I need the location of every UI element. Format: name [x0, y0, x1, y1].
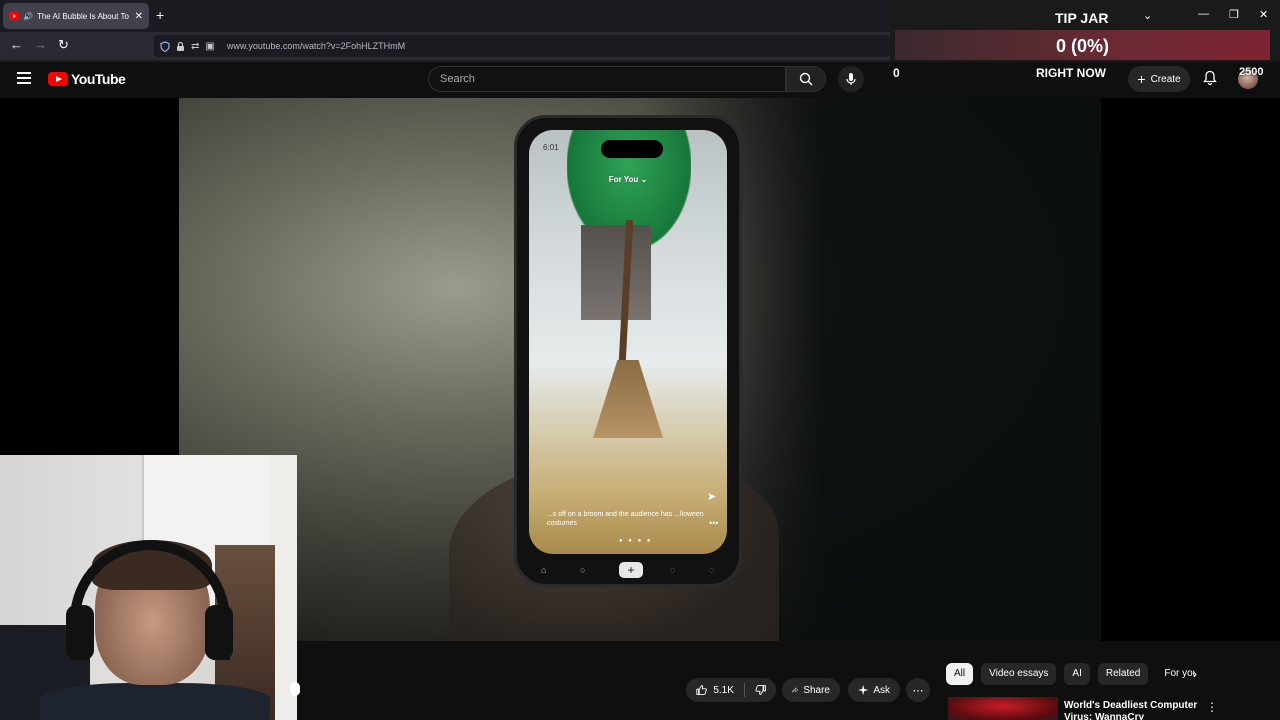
chip-for-you[interactable]: For you	[1156, 663, 1196, 685]
phone-plus-icon: +	[619, 562, 643, 578]
headset-earcup-right	[205, 605, 233, 660]
thumbs-up-icon[interactable]	[696, 683, 707, 697]
share-button[interactable]: Share	[782, 678, 840, 702]
new-tab-button[interactable]: +	[156, 7, 164, 23]
webcam-overlay	[0, 455, 297, 720]
menu-icon[interactable]	[17, 72, 31, 84]
back-button[interactable]: ←	[10, 38, 23, 52]
tip-jar-title: TIP JAR	[1055, 10, 1109, 26]
page-indicator: ● ● ● ●	[619, 538, 653, 544]
chip-related[interactable]: Related	[1097, 663, 1149, 685]
scroll-handle[interactable]	[290, 682, 300, 696]
thumbs-down-icon[interactable]	[755, 683, 766, 697]
youtube-play-icon	[48, 72, 68, 86]
permissions-icon[interactable]: ⇄	[191, 41, 199, 52]
close-window-icon[interactable]: ✕	[1259, 8, 1268, 21]
voice-search-button[interactable]	[838, 66, 864, 92]
screen-share-icon[interactable]: ▣	[205, 41, 214, 52]
legs-image	[581, 225, 651, 320]
video-frame[interactable]: 6:01 For You ⌄ ...s off on a broom and t…	[179, 98, 1101, 641]
overlay-goal: 2500	[1239, 66, 1264, 78]
microphone-icon	[846, 73, 856, 85]
youtube-favicon-icon	[9, 12, 19, 20]
chip-ai[interactable]: AI	[1064, 663, 1090, 685]
reload-button[interactable]: ↻	[58, 38, 69, 52]
overlay-left-stat: 0	[893, 66, 900, 80]
dynamic-island	[601, 140, 663, 158]
headset-earcup-left	[66, 605, 94, 660]
recommendation-title[interactable]: World's Deadliest Computer Virus: WannaC…	[1064, 700, 1204, 720]
speaker-icon[interactable]: 🔊	[23, 12, 33, 21]
search-icon	[799, 72, 813, 86]
like-count: 5.1K	[713, 684, 734, 696]
lock-icon[interactable]	[176, 41, 185, 52]
recommendation-thumbnail[interactable]	[948, 697, 1058, 720]
share-icon	[792, 687, 799, 693]
more-dots-icon: •••	[709, 518, 719, 528]
phone-search-icon: ○	[580, 565, 586, 575]
phone-nav-bar: ⌂ ○ + ◌ ◌	[541, 562, 721, 578]
like-divider	[743, 683, 745, 697]
browser-tab-active[interactable]: 🔊 The AI Bubble Is About To B ✕	[3, 3, 149, 29]
tab-strip: 🔊 The AI Bubble Is About To B ✕ +	[0, 0, 890, 32]
bell-icon	[1203, 70, 1217, 86]
more-actions-button[interactable]: ⋯	[906, 678, 930, 702]
webcam-shirt	[40, 683, 270, 720]
forward-button[interactable]: →	[34, 38, 47, 52]
send-icon: ➤	[707, 491, 717, 503]
url-text[interactable]: www.youtube.com/watch?v=2FohHLZTHmM	[227, 41, 405, 51]
profile-icon: ◌	[709, 565, 715, 575]
phone-time: 6:01	[543, 143, 559, 152]
chip-video-essays[interactable]: Video essays	[981, 663, 1057, 685]
close-tab-icon[interactable]: ✕	[135, 11, 143, 22]
recommendation-menu-icon[interactable]: ⋮	[1206, 700, 1218, 714]
search-button[interactable]	[786, 66, 826, 92]
broom-head-image	[593, 360, 663, 438]
restore-icon[interactable]: ❐	[1229, 8, 1239, 21]
right-now-label: RIGHT NOW	[1036, 66, 1106, 80]
shield-icon[interactable]	[160, 40, 170, 52]
home-icon: ⌂	[541, 565, 547, 575]
youtube-logo[interactable]: YouTube	[48, 71, 126, 87]
like-dislike-group[interactable]: 5.1K	[686, 678, 776, 702]
minimize-icon[interactable]: —	[1198, 8, 1209, 20]
tip-amount: 0 (0%)	[1056, 36, 1110, 56]
address-bar[interactable]: ⇄ ▣ www.youtube.com/watch?v=2FohHLZTHmM	[154, 35, 890, 57]
phone-screen: 6:01 For You ⌄ ...s off on a broom and t…	[529, 130, 727, 554]
phone-caption: ...s off on a broom and the audience has…	[547, 511, 704, 527]
chevron-right-icon[interactable]: ›	[1193, 667, 1197, 681]
plus-icon: +	[1137, 71, 1146, 87]
create-button[interactable]: + Create	[1128, 66, 1190, 92]
chat-icon: ◌	[670, 565, 676, 575]
ask-button[interactable]: Ask	[848, 678, 900, 702]
tab-title: The AI Bubble Is About To B	[36, 11, 131, 21]
phone-feed-label: For You ⌄	[608, 175, 648, 184]
filter-chips: All Video essays AI Related For you	[946, 663, 1196, 685]
phone-image: 6:01 For You ⌄ ...s off on a broom and t…	[514, 115, 742, 587]
share-label: Share	[803, 684, 830, 696]
notifications-button[interactable]	[1203, 70, 1217, 86]
ask-label: Ask	[873, 684, 890, 696]
create-label: Create	[1150, 73, 1181, 85]
chip-all[interactable]: All	[946, 663, 974, 685]
chevron-down-icon[interactable]: ⌄	[1143, 9, 1152, 22]
youtube-logo-text: YouTube	[71, 71, 126, 87]
sparkle-icon	[858, 684, 869, 696]
search-input[interactable]: Search	[428, 66, 786, 92]
